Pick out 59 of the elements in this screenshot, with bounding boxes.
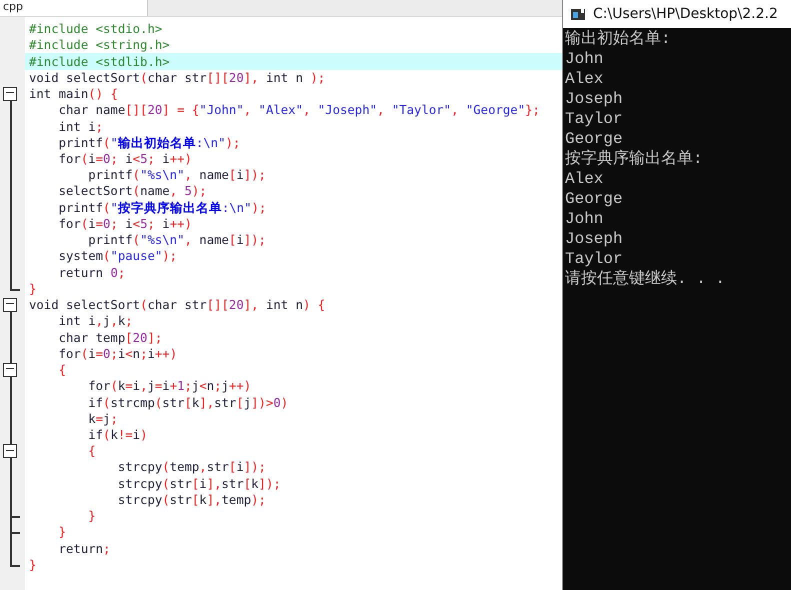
code-line: if(strcmp(str[k],str[j])>0) [87, 394, 288, 410]
code-line: { [58, 362, 66, 378]
code-line: printf("按字典序输出名单:\n"); [58, 200, 266, 216]
code-line: } [87, 508, 96, 524]
console-output-line: George [565, 129, 624, 149]
code-line: int i; [58, 118, 104, 135]
collapse-icon[interactable] [3, 444, 17, 458]
fold-end-mark [10, 508, 20, 524]
code-line: #include <string.h> [29, 37, 170, 54]
console-output-line: Alex [565, 69, 604, 89]
code-line: int i,j,k; [58, 313, 133, 330]
console-output-line: Taylor [565, 249, 624, 269]
console-output-line: Joseph [565, 229, 624, 249]
code-line: strcpy(str[k],temp); [116, 492, 266, 508]
console-output-line: Alex [565, 169, 604, 189]
code-line: char temp[20]; [58, 330, 162, 346]
file-tab[interactable]: cpp [0, 0, 148, 16]
fold-end-mark [10, 280, 20, 291]
code-line: k=j; [87, 410, 118, 427]
code-line: int main() { [29, 86, 118, 102]
code-line: for(i=0;i<n;i++) [58, 346, 178, 362]
code-line: void selectSort(char str[][20], int n ); [29, 70, 326, 86]
code-line: #include <stdio.h> [29, 21, 162, 38]
code-line: if(k!=i) [87, 426, 148, 443]
code-line: printf("输出初始名单:\n"); [58, 134, 240, 151]
console-output-line: 按字典序输出名单: [565, 149, 704, 169]
code-line: } [58, 524, 66, 540]
fold-end-mark [10, 556, 20, 567]
console-output-line: George [565, 189, 624, 209]
fold-line [10, 540, 12, 557]
code-line: for(i=0; i<5; i++) [58, 150, 192, 167]
console-output-line: John [565, 209, 604, 229]
code-line: return; [58, 540, 110, 557]
code-line: selectSort(name, 5); [58, 183, 207, 200]
code-line: { [87, 443, 96, 460]
console-output-line: Taylor [565, 109, 624, 129]
code-line: for(i=0; i<5; i++) [58, 216, 192, 232]
code-line: #include <stdlib.h> [29, 54, 170, 70]
code-line: } [29, 556, 36, 573]
window-title: C:\Users\HP\Desktop\2.2.2 [593, 6, 778, 22]
code-line: strcpy(temp,str[i]); [116, 459, 266, 476]
collapse-icon[interactable] [3, 298, 17, 312]
code-line: return 0; [58, 264, 126, 281]
collapse-icon[interactable] [3, 86, 17, 101]
console-output-line: 请按任意键继续. . . [565, 269, 726, 289]
collapse-icon[interactable] [3, 362, 17, 377]
code-line: printf("%s\n", name[i]); [87, 232, 266, 248]
console-output-line: Joseph [565, 89, 624, 109]
fold-end-mark [10, 524, 20, 540]
code-line: for(k=i,j=i+1;j<n;j++) [87, 378, 252, 394]
console-icon [571, 8, 585, 20]
code-line: char name[][20] = {"John", "Alex", "Joseph", "Taylor", "George"}; [58, 102, 540, 118]
code-line: strcpy(str[i],str[k]); [116, 476, 281, 492]
code-line: void selectSort(char str[][20], int n) { [29, 297, 326, 314]
code-line: printf("%s\n", name[i]); [87, 167, 266, 184]
console-output-line: 输出初始名单: [565, 29, 672, 49]
code-line: system("pause"); [58, 248, 178, 264]
console-output-line: John [565, 49, 604, 69]
code-line: } [29, 280, 36, 297]
